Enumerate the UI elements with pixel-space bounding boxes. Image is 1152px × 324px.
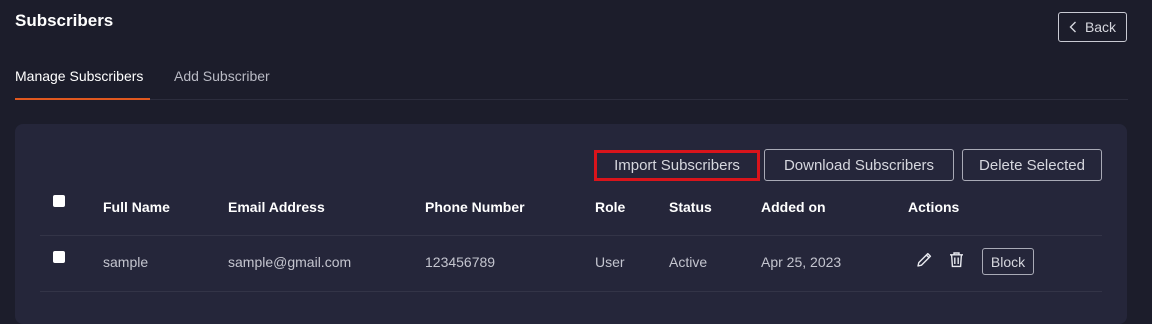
page-title: Subscribers [15, 11, 114, 30]
column-header-full-name: Full Name [103, 199, 170, 215]
subscribers-card [15, 124, 1127, 324]
block-button[interactable]: Block [982, 248, 1034, 275]
column-header-added-on: Added on [761, 199, 826, 215]
tab-add-subscriber[interactable]: Add Subscriber [174, 68, 270, 84]
import-subscribers-button[interactable]: Import Subscribers [594, 150, 760, 181]
cell-role: User [595, 254, 625, 270]
active-tab-indicator [15, 98, 150, 100]
column-header-email: Email Address [228, 199, 325, 215]
cell-phone: 123456789 [425, 254, 496, 270]
table-divider [40, 291, 1102, 292]
tab-manage-subscribers[interactable]: Manage Subscribers [15, 68, 143, 84]
download-subscribers-button[interactable]: Download Subscribers [764, 149, 954, 181]
table-divider [40, 235, 1102, 236]
column-header-status: Status [669, 199, 712, 215]
row-checkbox[interactable] [53, 251, 65, 263]
column-header-actions: Actions [908, 199, 960, 215]
trash-icon[interactable] [948, 251, 965, 273]
pencil-icon[interactable] [916, 251, 933, 273]
cell-status: Active [669, 254, 708, 270]
tabs-divider [15, 99, 1128, 100]
cell-added-on: Apr 25, 2023 [761, 254, 842, 270]
column-header-phone: Phone Number [425, 199, 525, 215]
cell-full-name: sample [103, 254, 149, 270]
column-header-role: Role [595, 199, 626, 215]
delete-selected-button[interactable]: Delete Selected [962, 149, 1102, 181]
cell-email: sample@gmail.com [228, 254, 352, 270]
back-label: Back [1084, 19, 1117, 35]
back-button[interactable]: Back [1058, 12, 1127, 42]
select-all-checkbox[interactable] [53, 195, 65, 207]
chevron-left-icon [1069, 21, 1077, 33]
